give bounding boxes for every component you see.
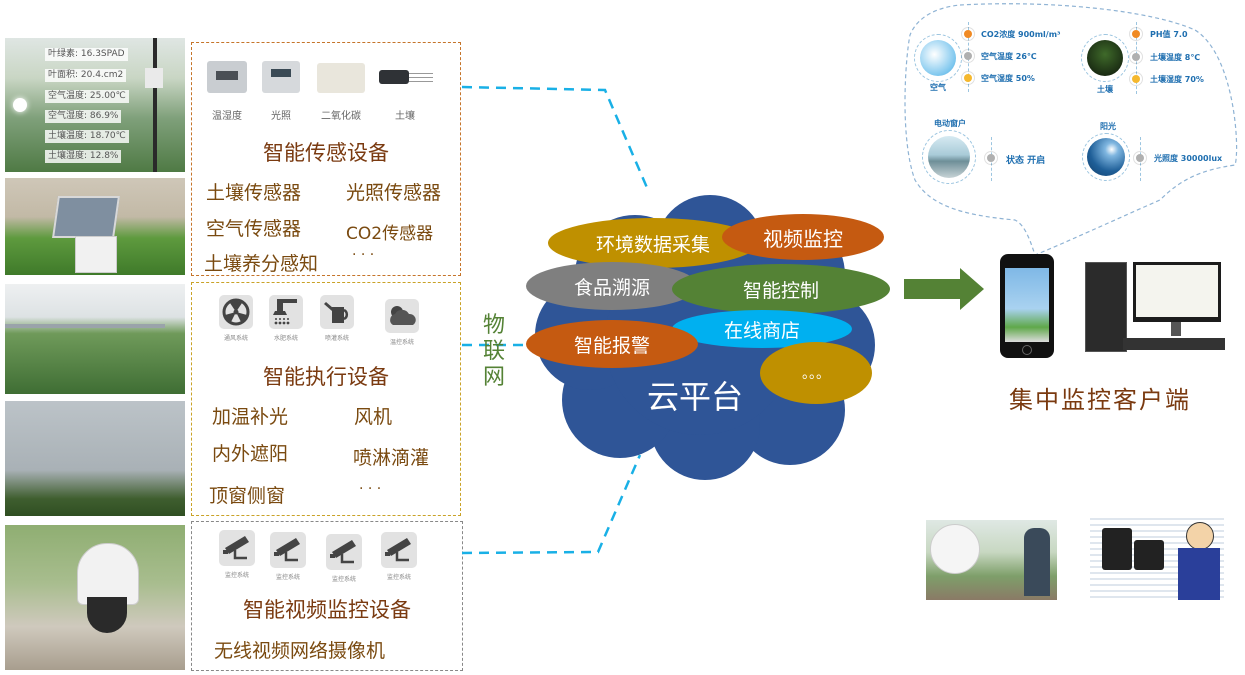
status-dot-gray bbox=[984, 151, 998, 165]
cloud-service-smart-alarm[interactable]: 智能报警 bbox=[526, 320, 698, 368]
connector-sensing bbox=[461, 85, 650, 191]
status-dot-yellow bbox=[1129, 72, 1143, 86]
sunlight-circle bbox=[1082, 133, 1130, 181]
air-reading: CO2浓度 900ml/m³ bbox=[981, 30, 1061, 39]
status-dot-yellow bbox=[961, 71, 975, 85]
soil-circle bbox=[1081, 34, 1129, 82]
air-label: 空气 bbox=[930, 83, 946, 92]
sunlight-reading: 光照度 30000lux bbox=[1154, 154, 1223, 163]
tablet-presenter-illustration bbox=[1090, 514, 1224, 600]
window-reading: 状态 开启 bbox=[1006, 156, 1046, 166]
farmer-phone-photo bbox=[926, 520, 1057, 600]
status-dot-orange bbox=[1129, 27, 1143, 41]
status-dot-gray bbox=[961, 49, 975, 63]
soil-label: 土壤 bbox=[1097, 85, 1113, 94]
status-dot-orange bbox=[961, 27, 975, 41]
iot-label-char: 网 bbox=[482, 365, 505, 390]
sunlight-label: 阳光 bbox=[1100, 122, 1116, 131]
soil-reading: 土壤温度 8℃ bbox=[1150, 53, 1201, 62]
arrow-right-icon bbox=[904, 268, 984, 310]
iot-label: 物 联 网 bbox=[481, 313, 507, 391]
smartphone-image bbox=[1000, 254, 1054, 358]
iot-label-char: 物 bbox=[482, 313, 505, 338]
soil-reading: 土壤湿度 70% bbox=[1150, 75, 1204, 84]
iot-label-char: 联 bbox=[482, 339, 505, 364]
window-circle bbox=[922, 130, 976, 184]
window-label: 电动窗户 bbox=[934, 119, 966, 128]
air-circle bbox=[914, 34, 962, 82]
cloud-service-video[interactable]: 视频监控 bbox=[722, 214, 884, 260]
cloud-service-smart-control[interactable]: 智能控制 bbox=[672, 264, 890, 314]
air-reading: 空气温度 26℃ bbox=[981, 52, 1037, 61]
cloud-title: 云平台 bbox=[646, 378, 743, 416]
status-dot-gray bbox=[1133, 151, 1147, 165]
soil-reading: PH值 7.0 bbox=[1150, 30, 1188, 39]
desktop-pc-image bbox=[1085, 258, 1225, 354]
air-reading: 空气湿度 50% bbox=[981, 74, 1035, 83]
cloud-service-more[interactable]: 。。。 bbox=[760, 342, 872, 404]
client-title: 集中监控客户端 bbox=[1009, 386, 1191, 414]
status-dot-gray bbox=[1129, 50, 1143, 64]
